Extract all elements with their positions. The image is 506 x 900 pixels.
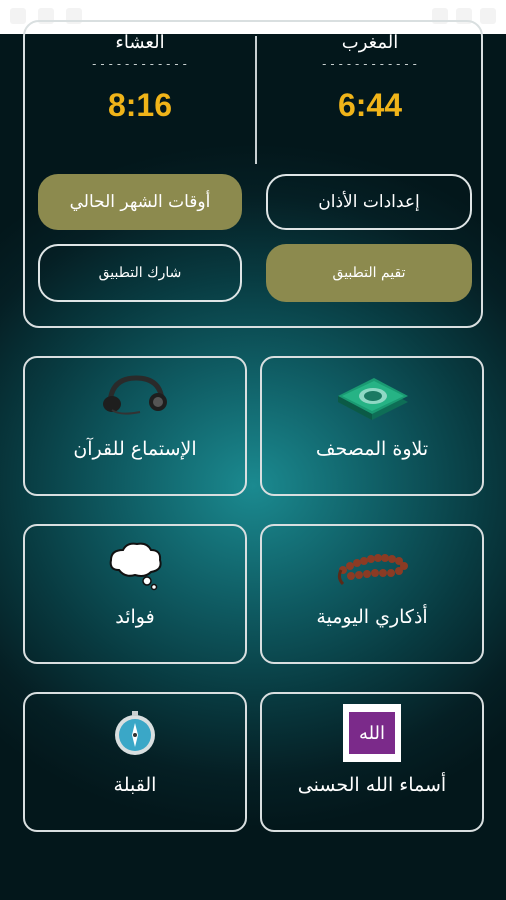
prayer-times-card: المغرب ------------ 6:44 العشاء --------… — [23, 20, 483, 328]
prayer-time: 6:44 — [337, 87, 403, 123]
tile-label: فوائد — [115, 606, 155, 628]
prayer-maghrib: المغرب ------------ 6:44 — [255, 22, 485, 124]
tile-label: تلاوة المصحف — [315, 438, 429, 460]
tile-label: الإستماع للقرآن — [73, 438, 197, 460]
headphones-icon — [100, 372, 170, 420]
tile-names-of-allah[interactable]: الله أسماء الله الحسنى — [260, 692, 484, 832]
prayer-column-divider — [255, 36, 257, 164]
prayer-divider-dashes: ------------ — [320, 57, 420, 71]
tile-qibla[interactable]: القبلة — [23, 692, 247, 832]
tile-label: القبلة — [113, 774, 157, 796]
share-app-button[interactable]: شارك التطبيق — [38, 244, 242, 302]
prayer-beads-icon — [333, 540, 411, 590]
allah-calligraphy-icon: الله — [343, 704, 401, 762]
allah-badge: الله — [349, 712, 395, 754]
month-times-button[interactable]: أوقات الشهر الحالي — [38, 174, 242, 230]
tile-label: أذكاري اليومية — [316, 606, 428, 628]
tile-label: أسماء الله الحسنى — [297, 774, 447, 796]
tile-benefits[interactable]: فوائد — [23, 524, 247, 664]
compass-icon — [110, 708, 160, 762]
rate-app-button[interactable]: تقيم التطبيق — [266, 244, 472, 302]
tile-daily-adhkar[interactable]: أذكاري اليومية — [260, 524, 484, 664]
prayer-isha: العشاء ------------ 8:16 — [25, 22, 255, 124]
prayer-name: المغرب — [341, 32, 399, 53]
quran-book-icon — [330, 372, 414, 432]
notification-icon — [10, 8, 26, 24]
thought-cloud-icon — [105, 540, 165, 596]
prayer-name: العشاء — [115, 32, 165, 53]
prayer-time: 8:16 — [107, 87, 173, 123]
tile-quran-listening[interactable]: الإستماع للقرآن — [23, 356, 247, 496]
prayer-divider-dashes: ------------ — [90, 57, 190, 71]
tile-quran-reading[interactable]: تلاوة المصحف — [260, 356, 484, 496]
adhan-settings-button[interactable]: إعدادات الأذان — [266, 174, 472, 230]
